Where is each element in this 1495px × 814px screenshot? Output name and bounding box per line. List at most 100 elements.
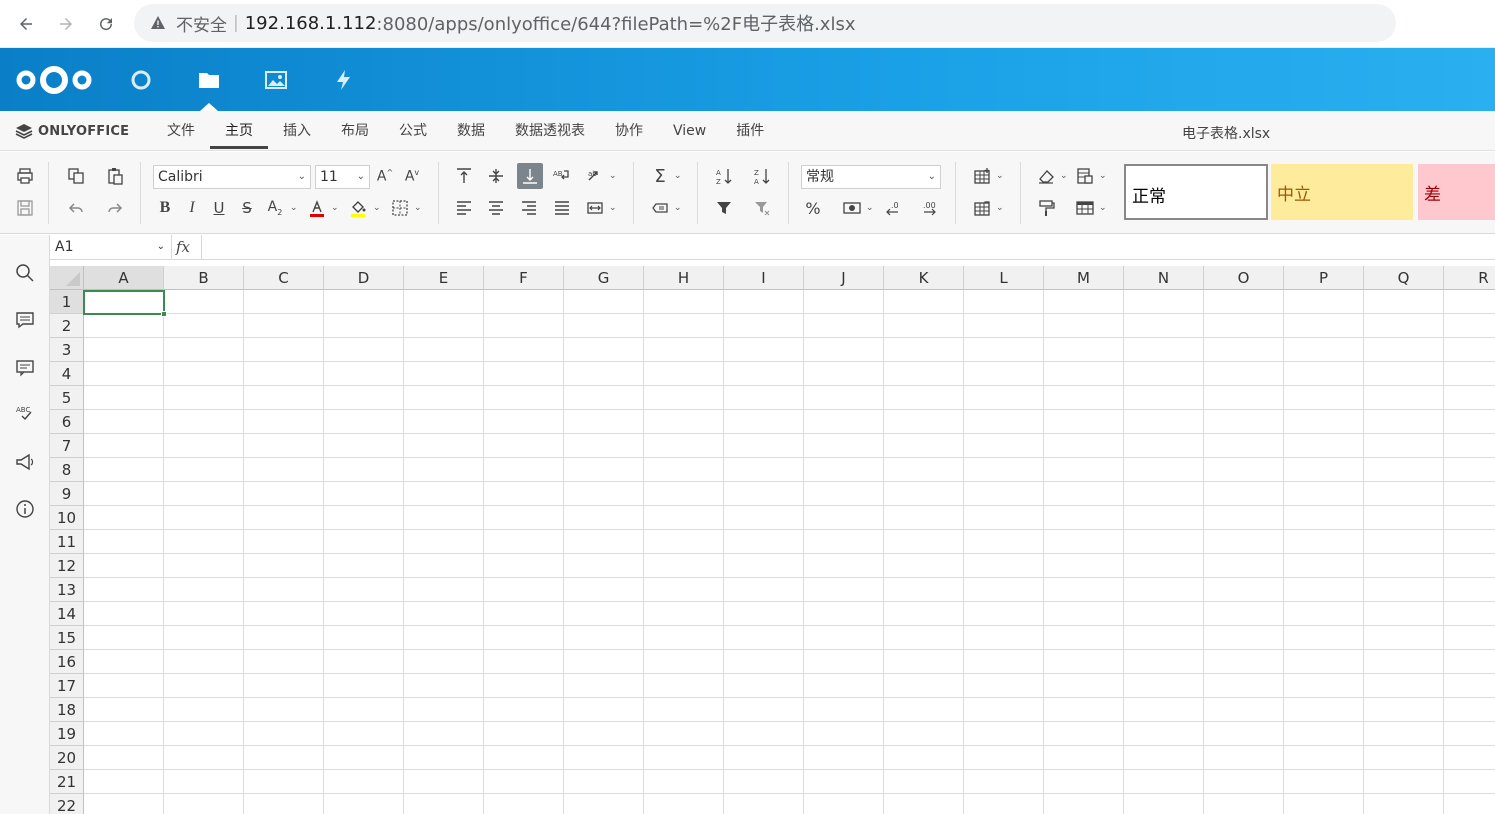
sort-ascending-button[interactable]: AZ <box>712 165 736 187</box>
cell-style-normal[interactable]: 正常 <box>1124 164 1268 220</box>
font-name-select[interactable]: Calibri ⌄ <box>153 165 311 189</box>
column-header-r[interactable]: R <box>1444 266 1495 290</box>
row-header-1[interactable]: 1 <box>50 290 84 314</box>
back-button[interactable] <box>6 0 46 48</box>
decrease-font-button[interactable]: Av <box>400 165 424 187</box>
chevron-down-icon[interactable]: ⌄ <box>290 203 298 213</box>
conditional-formatting-button[interactable] <box>1073 165 1097 187</box>
number-format-select[interactable]: 常规 ⌄ <box>801 165 941 189</box>
row-header-14[interactable]: 14 <box>50 602 84 626</box>
filter-button[interactable] <box>712 197 736 219</box>
row-header-13[interactable]: 13 <box>50 578 84 602</box>
about-button[interactable] <box>13 497 37 521</box>
forward-button[interactable] <box>46 0 86 48</box>
select-all-corner[interactable] <box>50 266 84 290</box>
row-header-12[interactable]: 12 <box>50 554 84 578</box>
align-top-button[interactable] <box>452 165 476 187</box>
chevron-down-icon[interactable]: ⌄ <box>996 171 1004 181</box>
align-right-button[interactable] <box>517 197 541 219</box>
column-header-b[interactable]: B <box>164 266 244 290</box>
print-button[interactable] <box>13 165 37 187</box>
selected-cell-a1[interactable] <box>83 290 167 317</box>
tab-collaboration[interactable]: 协作 <box>600 111 658 151</box>
tab-insert[interactable]: 插入 <box>268 111 326 151</box>
clear-filter-button[interactable] <box>750 197 774 219</box>
row-header-15[interactable]: 15 <box>50 626 84 650</box>
percent-style-button[interactable]: % <box>801 197 825 219</box>
column-header-g[interactable]: G <box>564 266 644 290</box>
paste-button[interactable] <box>103 165 127 187</box>
row-header-18[interactable]: 18 <box>50 698 84 722</box>
justify-button[interactable] <box>550 197 574 219</box>
accounting-style-button[interactable] <box>840 197 864 219</box>
cell-area[interactable] <box>84 290 1495 814</box>
column-header-e[interactable]: E <box>404 266 484 290</box>
column-header-c[interactable]: C <box>244 266 324 290</box>
app-dashboard[interactable] <box>125 64 157 96</box>
sort-descending-button[interactable]: ZA <box>750 165 774 187</box>
increase-font-button[interactable]: A^ <box>373 165 397 187</box>
app-activity[interactable] <box>328 64 360 96</box>
row-header-11[interactable]: 11 <box>50 530 84 554</box>
column-header-d[interactable]: D <box>324 266 404 290</box>
chevron-down-icon[interactable]: ⌄ <box>609 203 617 213</box>
chevron-down-icon[interactable]: ⌄ <box>866 203 874 213</box>
row-header-19[interactable]: 19 <box>50 722 84 746</box>
align-middle-button[interactable] <box>484 165 508 187</box>
chat-button[interactable] <box>13 355 37 379</box>
fill-handle[interactable] <box>161 311 167 317</box>
row-header-3[interactable]: 3 <box>50 338 84 362</box>
tab-file[interactable]: 文件 <box>152 111 210 151</box>
save-button[interactable] <box>13 197 37 219</box>
format-as-table-button[interactable] <box>1073 197 1097 219</box>
tab-formula[interactable]: 公式 <box>384 111 442 151</box>
row-header-8[interactable]: 8 <box>50 458 84 482</box>
tab-data[interactable]: 数据 <box>442 111 500 151</box>
orientation-button[interactable]: ab <box>583 165 607 187</box>
align-center-button[interactable] <box>484 197 508 219</box>
wrap-text-button[interactable]: AB <box>550 165 574 187</box>
reload-button[interactable] <box>86 0 126 48</box>
column-header-m[interactable]: M <box>1044 266 1124 290</box>
underline-button[interactable]: U <box>207 197 231 219</box>
row-header-17[interactable]: 17 <box>50 674 84 698</box>
bold-button[interactable]: B <box>153 197 177 219</box>
row-header-4[interactable]: 4 <box>50 362 84 386</box>
cell-style-bad[interactable]: 差 <box>1418 164 1495 220</box>
comments-button[interactable] <box>13 308 37 332</box>
autosum-button[interactable]: Σ <box>648 165 672 187</box>
tab-view[interactable]: View <box>658 111 721 151</box>
column-header-q[interactable]: Q <box>1364 266 1444 290</box>
insert-function-button[interactable]: fx <box>176 235 200 259</box>
row-header-7[interactable]: 7 <box>50 434 84 458</box>
fill-color-button[interactable] <box>346 197 370 219</box>
column-header-i[interactable]: I <box>724 266 804 290</box>
spreadsheet-grid[interactable]: ABCDEFGHIJKLMNOPQR 1 2 3 4 5 6 7 8 9 10 11 12 13 14 15… <box>50 266 1495 814</box>
column-header-k[interactable]: K <box>884 266 964 290</box>
strikethrough-button[interactable]: S <box>235 197 259 219</box>
row-header-2[interactable]: 2 <box>50 314 84 338</box>
row-header-16[interactable]: 16 <box>50 650 84 674</box>
app-files[interactable] <box>193 64 225 96</box>
redo-button[interactable] <box>103 197 127 219</box>
row-header-21[interactable]: 21 <box>50 770 84 794</box>
chevron-down-icon[interactable]: ⌄ <box>1099 171 1107 181</box>
tab-layout[interactable]: 布局 <box>326 111 384 151</box>
chevron-down-icon[interactable]: ⌄ <box>1099 203 1107 213</box>
row-header-9[interactable]: 9 <box>50 482 84 506</box>
row-header-20[interactable]: 20 <box>50 746 84 770</box>
italic-button[interactable]: I <box>180 197 204 219</box>
column-header-p[interactable]: P <box>1284 266 1364 290</box>
formula-input[interactable] <box>206 235 1495 259</box>
undo-button[interactable] <box>64 197 88 219</box>
column-header-j[interactable]: J <box>804 266 884 290</box>
increase-decimal-button[interactable]: .00 <box>918 197 942 219</box>
chevron-down-icon[interactable]: ⌄ <box>996 203 1004 213</box>
chevron-down-icon[interactable]: ⌄ <box>331 203 339 213</box>
chevron-down-icon[interactable]: ⌄ <box>1060 171 1068 181</box>
nextcloud-logo[interactable] <box>14 62 94 102</box>
align-left-button[interactable] <box>452 197 476 219</box>
insert-cells-button[interactable] <box>970 165 994 187</box>
column-header-h[interactable]: H <box>644 266 724 290</box>
subscript-button[interactable]: A2 <box>263 197 287 219</box>
